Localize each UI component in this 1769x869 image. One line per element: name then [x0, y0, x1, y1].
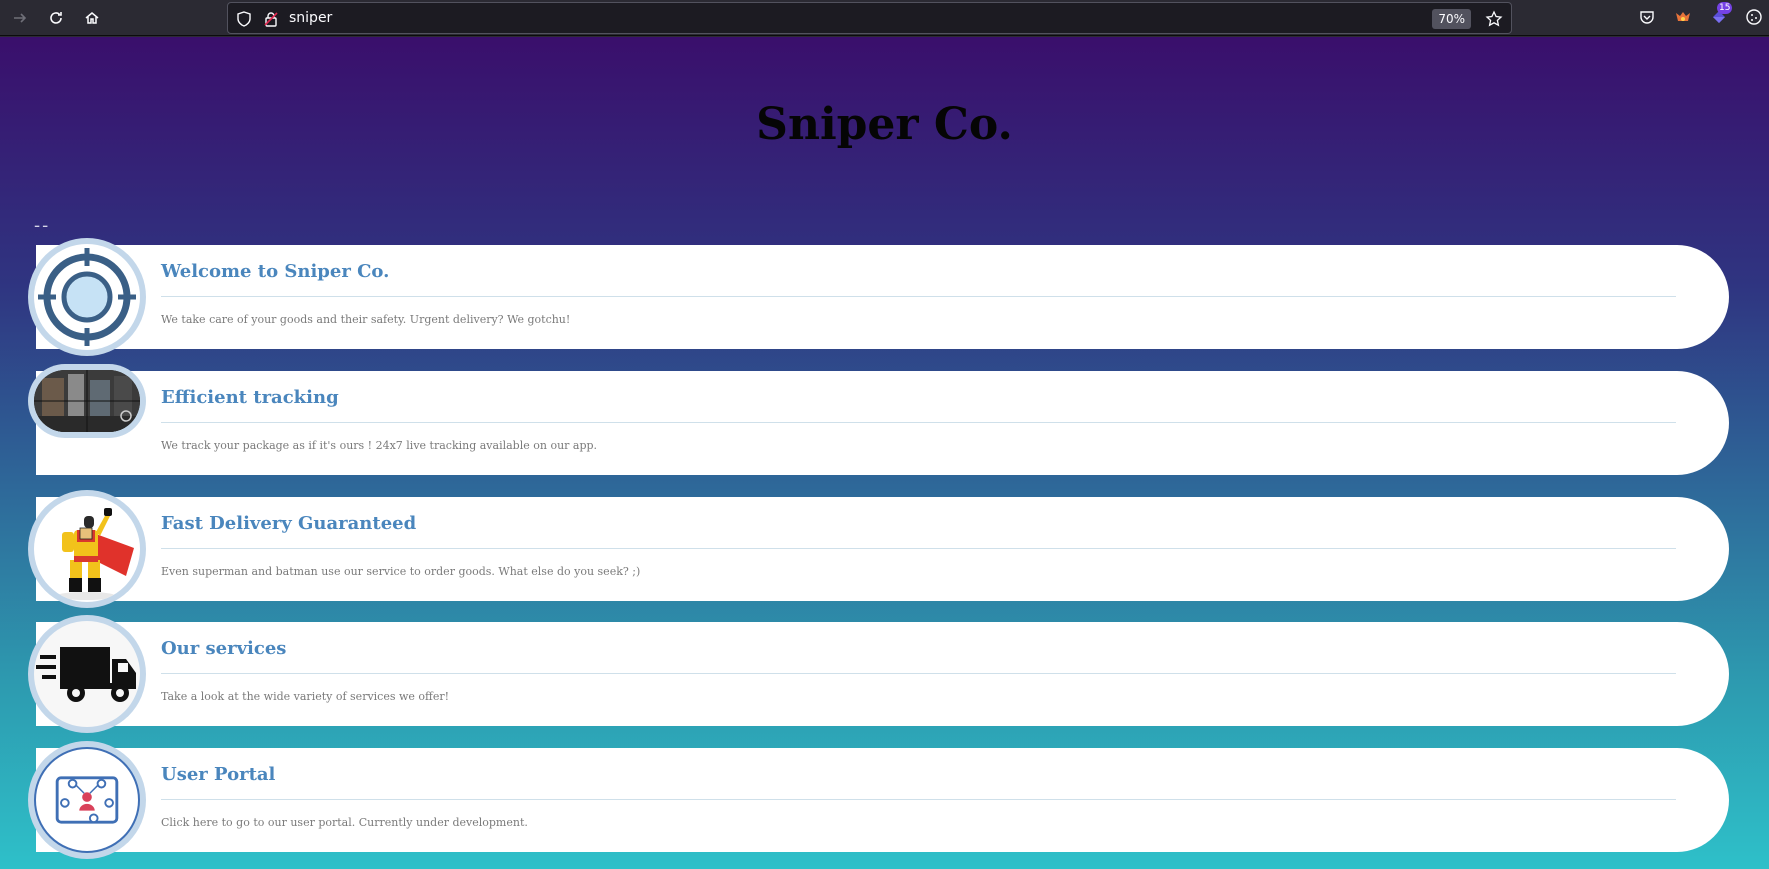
card-title: Fast Delivery Guaranteed: [161, 513, 417, 534]
page-title: Sniper Co.: [756, 99, 1013, 150]
card-text: Take a look at the wide variety of servi…: [161, 690, 450, 703]
card-title: Welcome to Sniper Co.: [161, 261, 390, 282]
arrow-right-icon: [14, 13, 27, 23]
page-content: Sniper Co. -- Welcome to Sniper Co. We t…: [0, 37, 1769, 869]
home-button[interactable]: [78, 4, 106, 32]
pocket-icon[interactable]: [1638, 8, 1656, 26]
card-tracking[interactable]: Efficient tracking We track your package…: [36, 371, 1729, 475]
forward-button[interactable]: [6, 4, 34, 32]
card-text: We take care of your goods and their saf…: [161, 313, 571, 326]
card-divider: [161, 673, 1676, 674]
superhero-courier-image: [56, 508, 134, 600]
user-network-icon: [55, 776, 119, 824]
card-divider: [161, 548, 1676, 549]
card-welcome[interactable]: Welcome to Sniper Co. We take care of yo…: [36, 245, 1729, 349]
card-avatar: [28, 741, 146, 859]
divider-text: --: [34, 215, 51, 236]
card-avatar: [28, 364, 146, 438]
card-divider: [161, 422, 1676, 423]
reload-icon: [50, 12, 62, 24]
browser-toolbar: sniper 70% 15: [0, 0, 1769, 36]
url-text[interactable]: sniper: [289, 10, 332, 26]
crosshair-icon: [38, 248, 136, 346]
card-user-portal[interactable]: User Portal Click here to go to our user…: [36, 748, 1729, 852]
reload-button[interactable]: [42, 4, 70, 32]
card-text: Even superman and batman use our service…: [161, 565, 641, 578]
card-text: Click here to go to our user portal. Cur…: [161, 816, 528, 829]
bookmark-star-icon[interactable]: [1485, 10, 1503, 28]
card-avatar: [28, 615, 146, 733]
shield-icon[interactable]: [236, 11, 252, 27]
scope-view-image: [34, 370, 140, 432]
zoom-indicator[interactable]: 70%: [1432, 9, 1471, 29]
card-title: Efficient tracking: [161, 387, 339, 408]
home-icon: [85, 12, 99, 24]
card-divider: [161, 799, 1676, 800]
foxyproxy-icon[interactable]: [1674, 8, 1692, 26]
delivery-truck-icon: [36, 647, 136, 702]
card-text: We track your package as if it's ours ! …: [161, 439, 598, 452]
card-avatar: [28, 490, 146, 608]
card-title: User Portal: [161, 764, 276, 785]
url-bar[interactable]: sniper 70%: [227, 2, 1512, 34]
extension-badge: 15: [1717, 2, 1733, 14]
card-divider: [161, 296, 1676, 297]
card-avatar: [28, 238, 146, 356]
cookie-icon[interactable]: [1745, 8, 1763, 26]
card-fast-delivery[interactable]: Fast Delivery Guaranteed Even superman a…: [36, 497, 1729, 601]
card-title: Our services: [161, 638, 287, 659]
insecure-lock-icon[interactable]: [263, 11, 279, 27]
card-services[interactable]: Our services Take a look at the wide var…: [36, 622, 1729, 726]
